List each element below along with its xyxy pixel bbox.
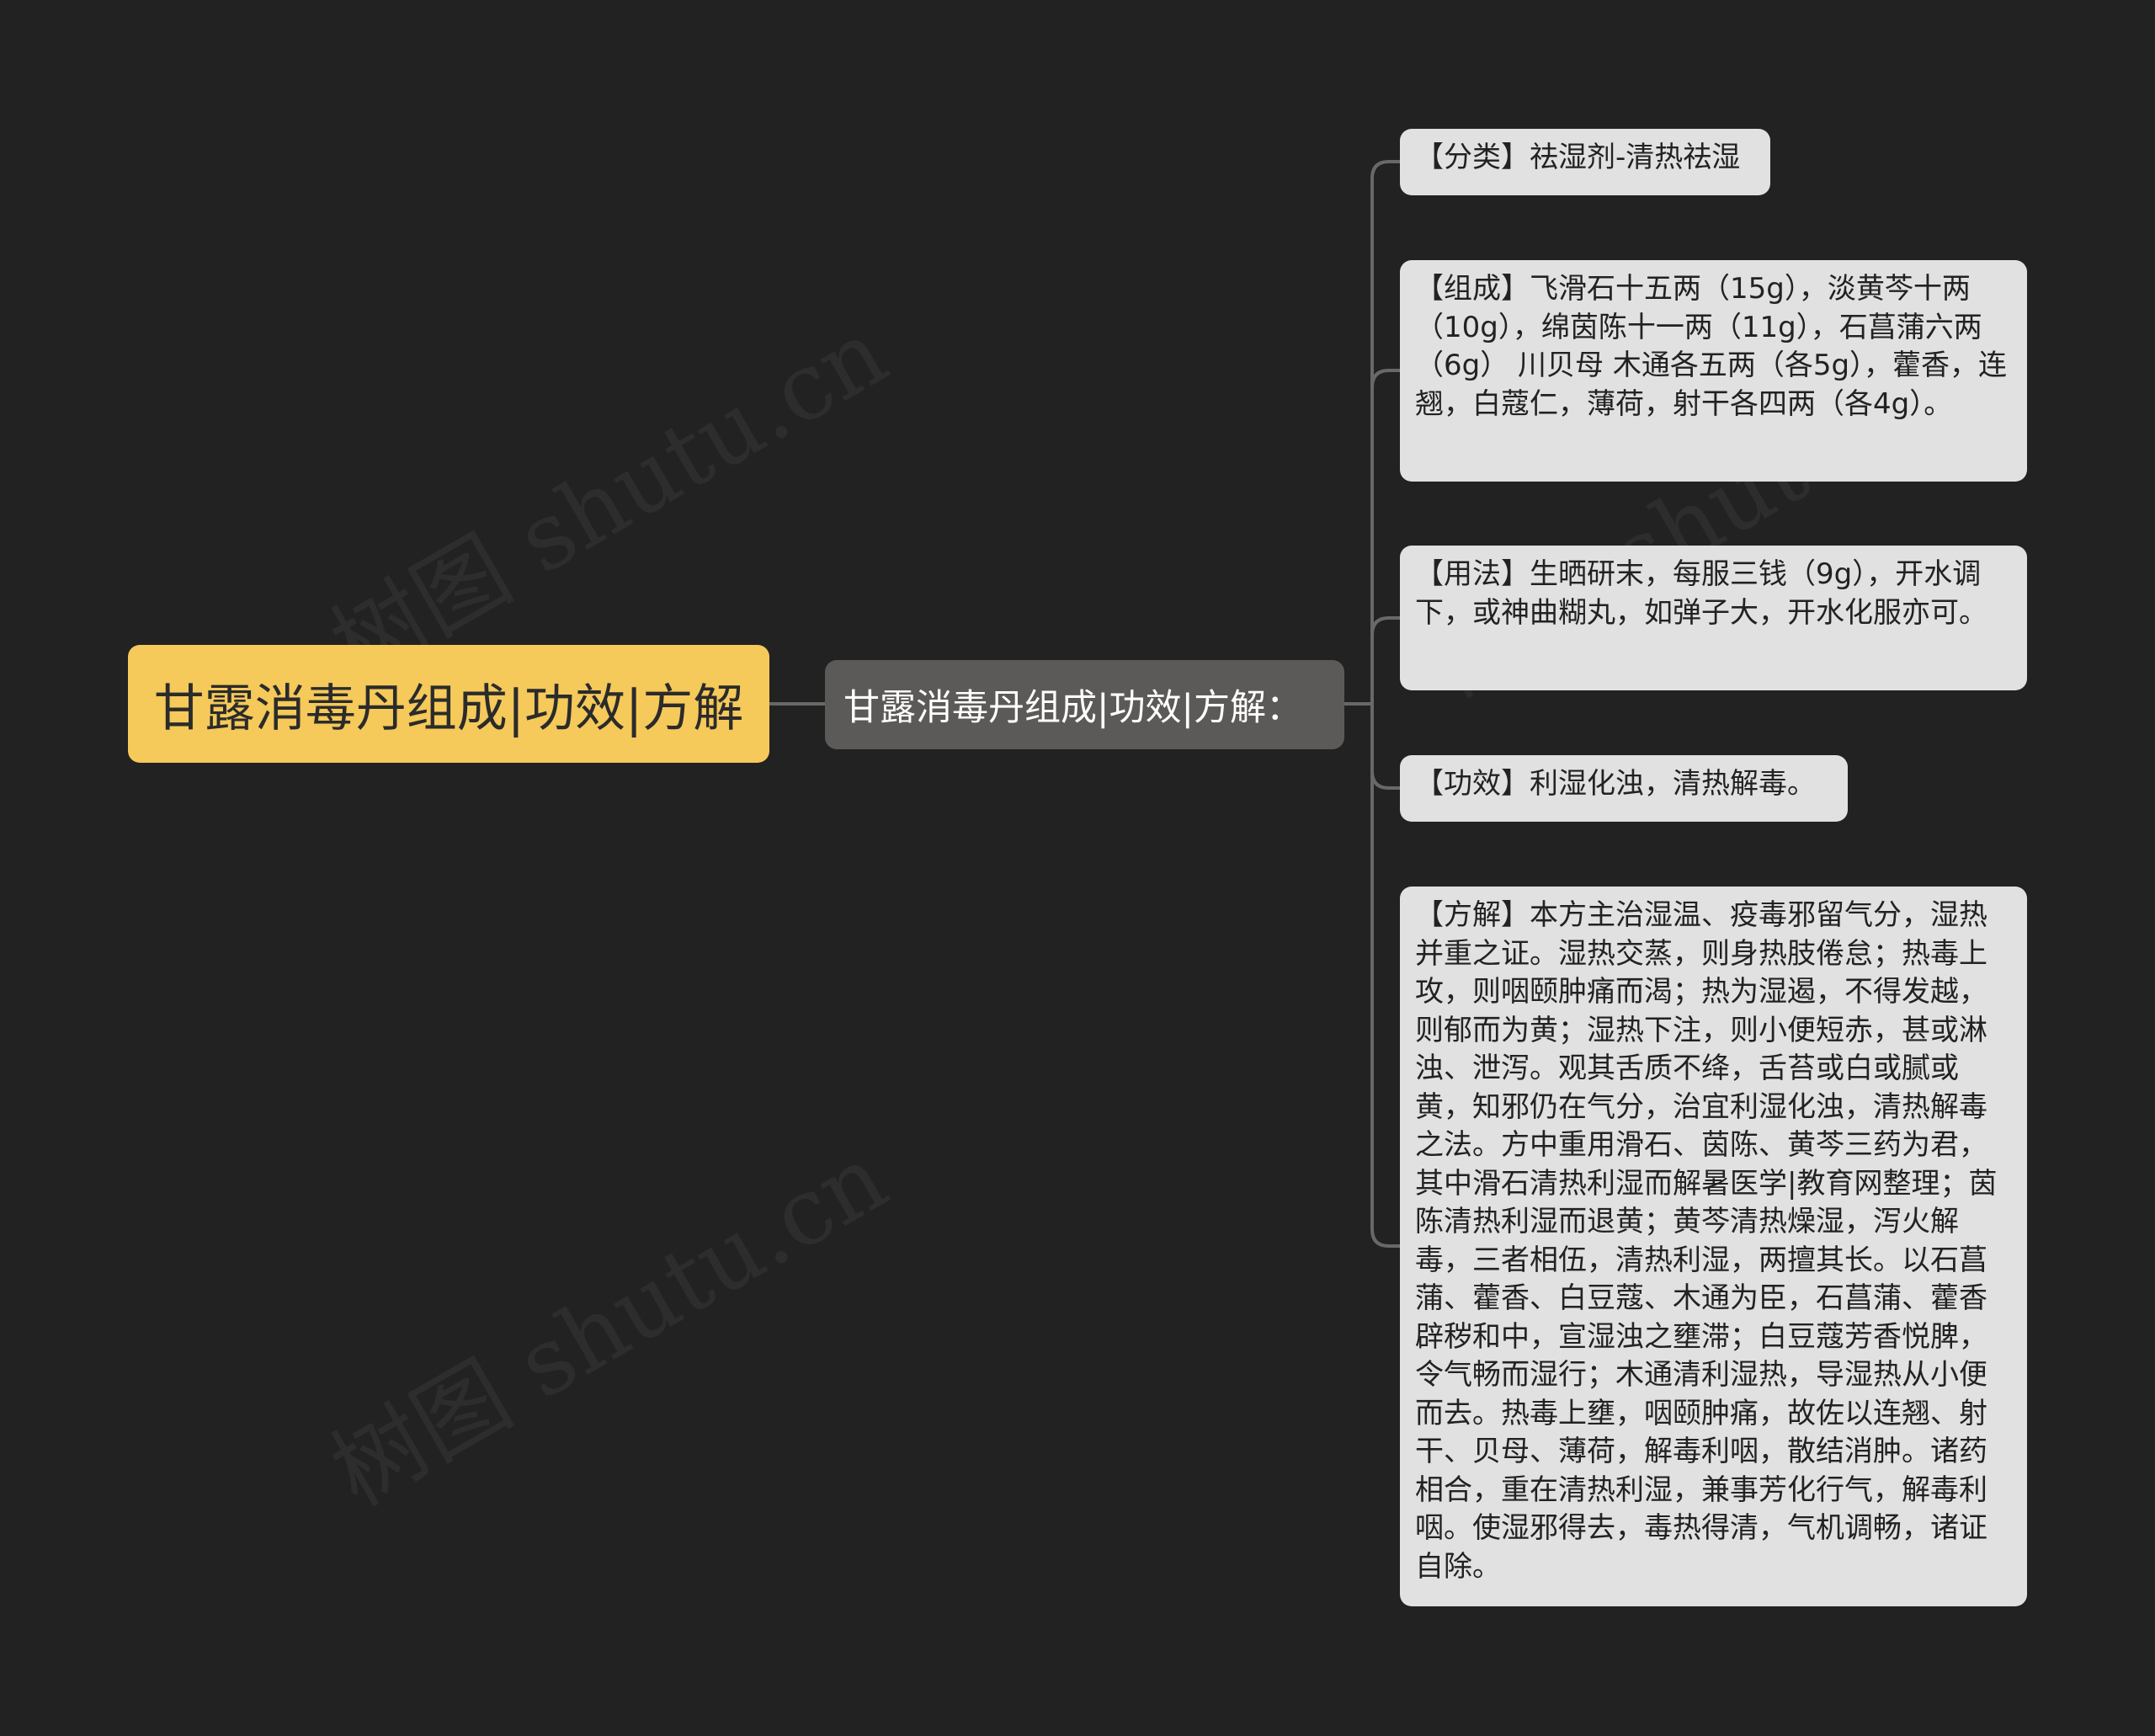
connector-branch-2 (1370, 616, 1402, 706)
mind-map-canvas: 树图 shutu.cn 树图 shutu.cn 树图 shutu.cn 树图 s… (0, 0, 2155, 1736)
subtopic-node[interactable]: 甘露消毒丹组成|功效|方解： (825, 660, 1344, 749)
leaf-node-category[interactable]: 【分类】祛湿剂-清热祛湿 (1400, 129, 1770, 195)
leaf-node-efficacy[interactable]: 【功效】利湿化浊，清热解毒。 (1400, 755, 1848, 822)
subtopic-label: 甘露消毒丹组成|功效|方解： (843, 687, 1302, 729)
leaf-label: 【组成】飞滑石十五两（15g），淡黄芩十两（10g），绵茵陈十一两（11g），石… (1415, 272, 2008, 421)
leaf-node-composition[interactable]: 【组成】飞滑石十五两（15g），淡黄芩十两（10g），绵茵陈十一两（11g），石… (1400, 260, 2027, 482)
leaf-label: 【功效】利湿化浊，清热解毒。 (1415, 767, 1816, 801)
leaf-node-explanation[interactable]: 【方解】本方主治湿温、疫毒邪留气分，湿热并重之证。湿热交蒸，则身热肢倦怠；热毒上… (1400, 887, 2027, 1606)
leaf-node-usage[interactable]: 【用法】生晒研末，每服三钱（9g），开水调下，或神曲糊丸，如弹子大，开水化服亦可… (1400, 546, 2027, 690)
root-topic-label: 甘露消毒丹组成|功效|方解 (153, 679, 744, 738)
leaf-label: 【方解】本方主治湿温、疫毒邪留气分，湿热并重之证。湿热交蒸，则身热肢倦怠；热毒上… (1415, 898, 1998, 1584)
connector-branch-1 (1370, 369, 1402, 706)
leaf-label: 【用法】生晒研末，每服三钱（9g），开水调下，或神曲糊丸，如弹子大，开水化服亦可… (1415, 557, 1987, 630)
root-topic-node[interactable]: 甘露消毒丹组成|功效|方解 (128, 645, 769, 763)
connector-branch-3 (1370, 702, 1402, 790)
leaf-label: 【分类】祛湿剂-清热祛湿 (1415, 141, 1741, 174)
